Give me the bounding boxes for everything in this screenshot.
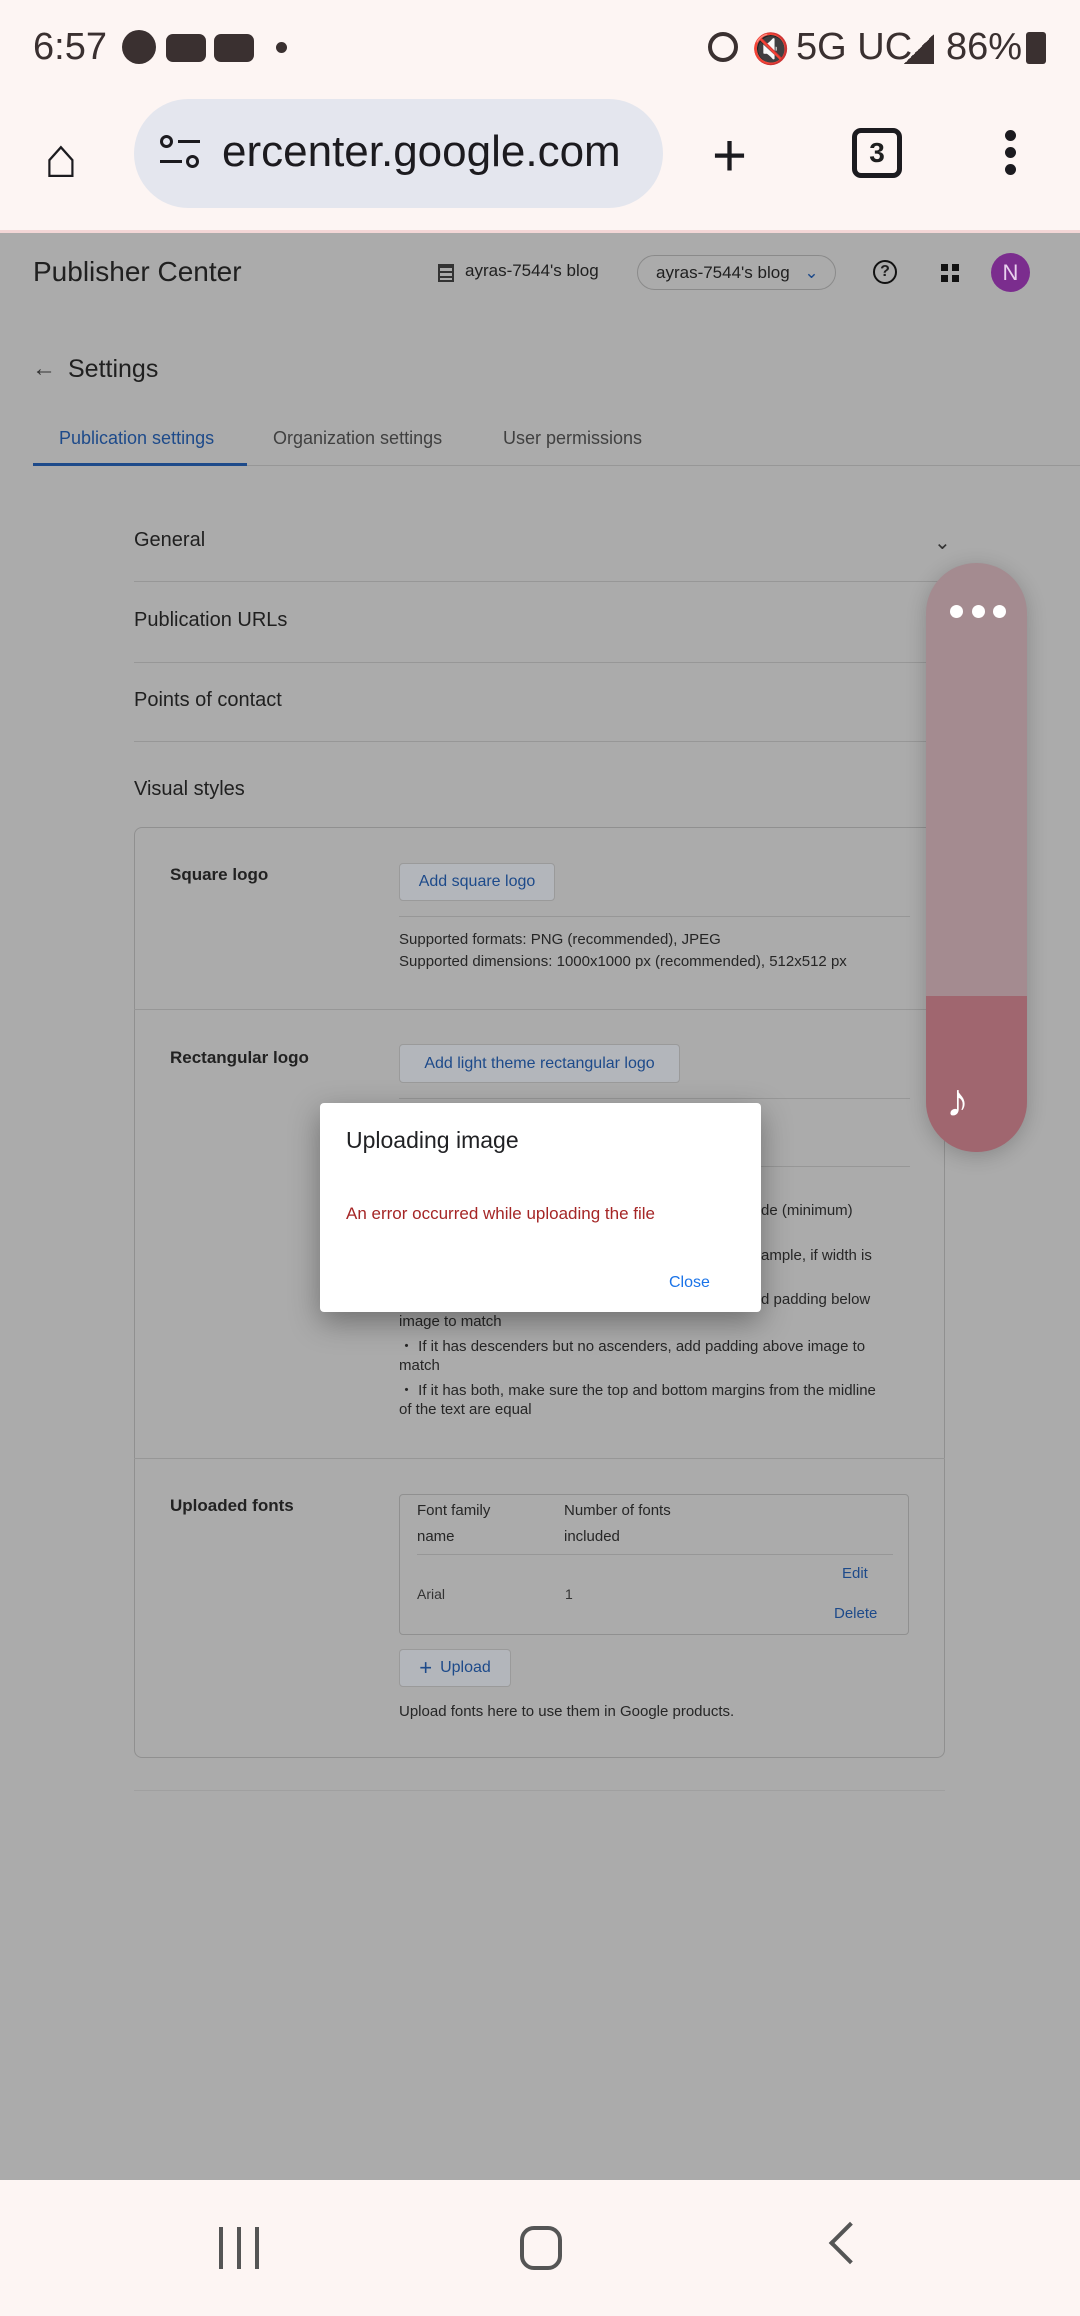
delete-font-link[interactable]: Delete — [834, 1605, 877, 1622]
publication-select-value: ayras-7544's blog — [656, 263, 790, 282]
url-text[interactable]: ercenter.google.com — [222, 127, 621, 177]
chevron-down-icon: ⌄ — [804, 263, 819, 282]
tab-switcher-button[interactable]: 3 — [852, 128, 902, 178]
section-publication-urls[interactable]: Publication URLs — [134, 609, 287, 632]
dialog-title: Uploading image — [346, 1127, 519, 1153]
uploaded-fonts-label: Uploaded fonts — [170, 1496, 294, 1515]
facebook-icon — [122, 30, 156, 64]
tab-user-permissions[interactable]: User permissions — [503, 428, 642, 449]
chevron-down-icon[interactable]: ⌄ — [934, 530, 951, 555]
column-header-font-count: Number of fonts — [564, 1502, 671, 1519]
section-general[interactable]: General — [134, 529, 205, 552]
back-icon[interactable] — [828, 2221, 872, 2265]
upload-label: Upload — [440, 1659, 491, 1676]
new-tab-icon[interactable]: + — [712, 126, 747, 186]
youtube-icon — [166, 34, 206, 62]
more-options-icon[interactable] — [950, 605, 1006, 618]
clock: 6:57 — [33, 26, 107, 68]
signal-icon — [904, 34, 934, 64]
organization-icon — [438, 264, 454, 282]
upload-font-button[interactable]: + Upload — [399, 1649, 511, 1687]
tab-publication-settings[interactable]: Publication settings — [59, 428, 214, 449]
home-icon[interactable]: ⌂ — [44, 130, 78, 186]
help-icon[interactable]: ? — [873, 260, 897, 284]
rect-text-line: ・ If it has both, make sure the top and … — [399, 1382, 876, 1399]
app-title: Publisher Center — [33, 256, 242, 287]
rect-text-line: ・ If it has descenders but no ascenders,… — [399, 1338, 866, 1355]
rect-text-fragment: ample, if width is — [761, 1247, 872, 1264]
font-count-cell: 1 — [565, 1586, 573, 1602]
address-bar[interactable]: ercenter.google.com — [134, 99, 663, 208]
more-menu-icon[interactable] — [1005, 130, 1017, 175]
edit-font-link[interactable]: Edit — [842, 1565, 868, 1582]
rectangular-logo-label: Rectangular logo — [170, 1048, 309, 1067]
dot-icon — [276, 42, 287, 53]
site-settings-icon[interactable] — [160, 133, 204, 173]
column-header-font-count: included — [564, 1528, 620, 1545]
upload-fonts-help: Upload fonts here to use them in Google … — [399, 1703, 735, 1720]
error-message: An error occurred while uploading the fi… — [346, 1204, 656, 1223]
floating-media-widget[interactable]: ♪ — [926, 563, 1027, 1152]
column-header-font-family: name — [417, 1528, 455, 1545]
tab-organization-settings[interactable]: Organization settings — [273, 428, 442, 449]
close-button[interactable]: Close — [669, 1274, 710, 1292]
font-name-cell: Arial — [417, 1586, 446, 1602]
music-note-icon[interactable]: ♪ — [946, 1073, 969, 1127]
add-light-rectangular-logo-button[interactable]: Add light theme rectangular logo — [399, 1044, 680, 1083]
publication-select[interactable]: ayras-7544's blog ⌄ — [637, 255, 836, 290]
recent-apps-icon[interactable] — [219, 2227, 259, 2269]
alarm-icon — [708, 32, 738, 62]
network-label: 5G UC — [796, 26, 913, 68]
youtube-icon — [214, 34, 254, 62]
page-title: Settings — [68, 355, 159, 383]
square-logo-formats: Supported formats: PNG (recommended), JP… — [399, 931, 721, 948]
status-bar: 6:57 🔇 5G UC 86% — [0, 0, 1080, 96]
back-arrow-icon[interactable]: ← — [32, 355, 56, 383]
rect-text-fragment: de (minimum) — [761, 1202, 853, 1219]
square-logo-label: Square logo — [170, 865, 269, 884]
section-visual-styles[interactable]: Visual styles — [134, 778, 245, 801]
browser-toolbar: ⌂ ercenter.google.com + 3 — [0, 96, 1080, 233]
avatar[interactable]: N — [991, 253, 1030, 292]
uploading-image-dialog: Uploading image An error occurred while … — [320, 1103, 761, 1312]
mute-icon: 🔇 — [752, 33, 790, 66]
apps-grid-icon[interactable] — [941, 264, 959, 282]
plus-icon: + — [419, 1655, 433, 1680]
section-points-of-contact[interactable]: Points of contact — [134, 689, 282, 712]
rect-text-line: of the text are equal — [399, 1401, 532, 1418]
organization-name: ayras-7544's blog — [465, 261, 599, 280]
add-square-logo-button[interactable]: Add square logo — [399, 863, 555, 901]
rect-text-line: match — [399, 1357, 440, 1374]
rect-text-line: image to match — [399, 1313, 502, 1330]
system-nav-bar — [0, 2180, 1080, 2316]
battery-icon — [1026, 32, 1046, 64]
column-header-font-family: Font family — [417, 1502, 491, 1519]
square-logo-dimensions: Supported dimensions: 1000x1000 px (reco… — [399, 953, 847, 970]
rect-text-fragment: d padding below — [761, 1291, 871, 1308]
active-tab-indicator — [33, 463, 247, 466]
battery-percent: 86% — [946, 26, 1023, 68]
home-button-icon[interactable] — [520, 2226, 562, 2270]
